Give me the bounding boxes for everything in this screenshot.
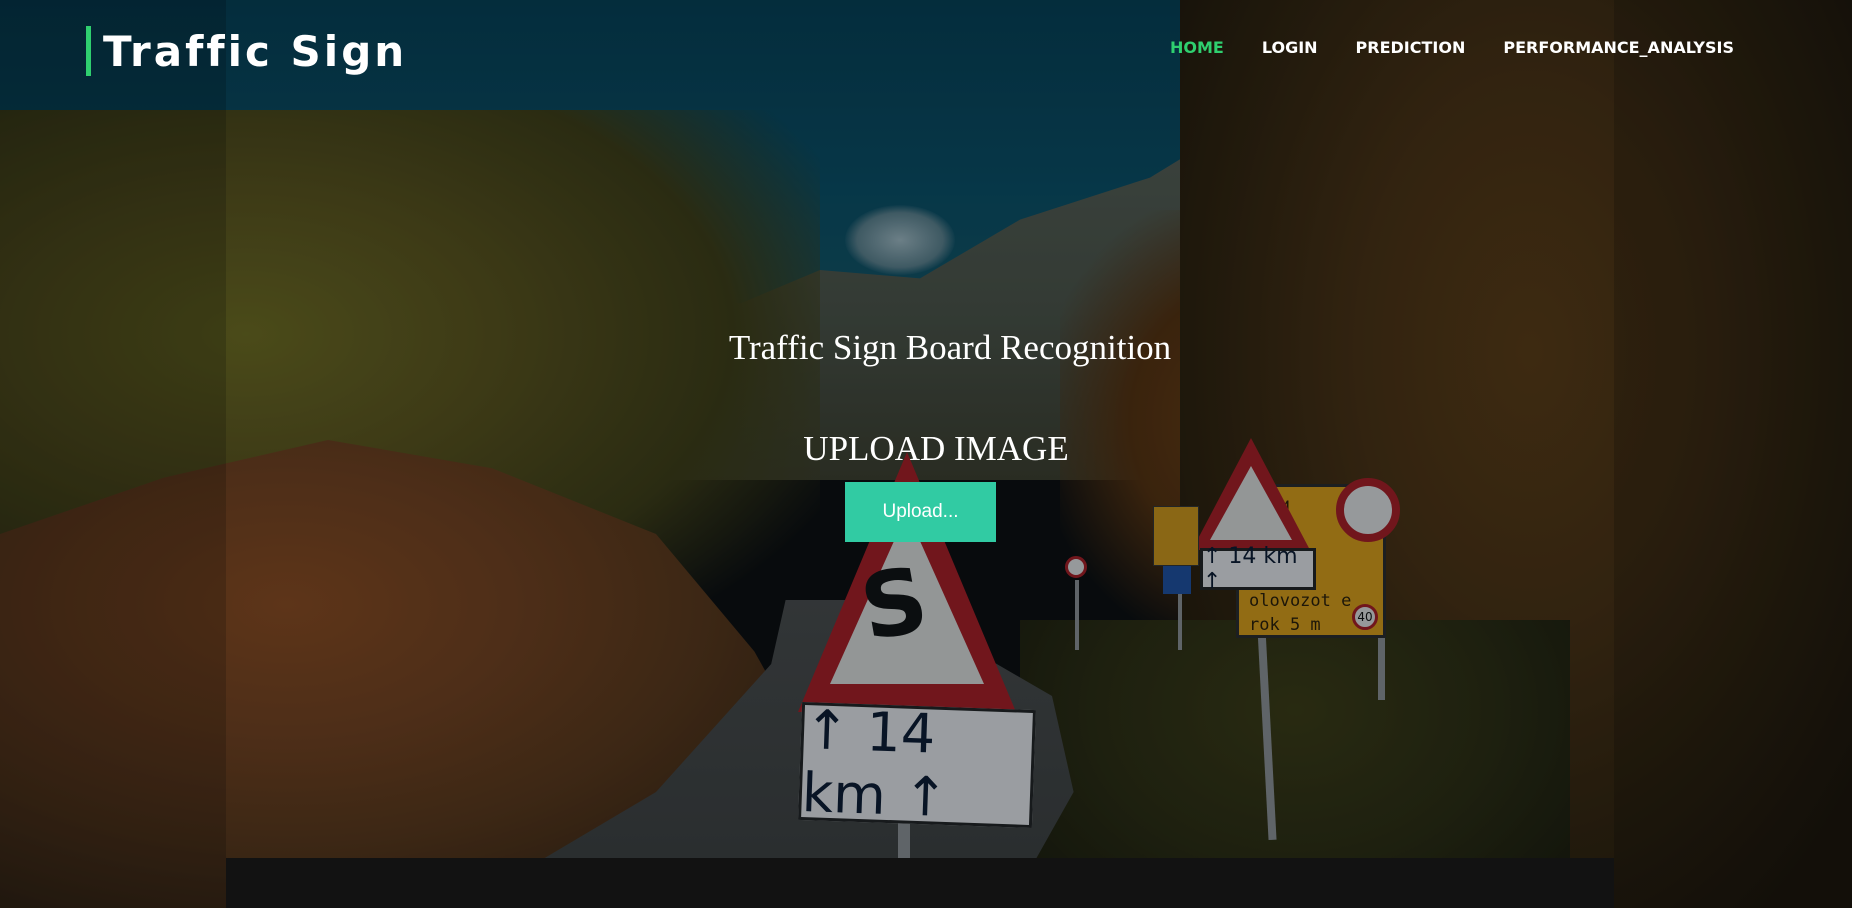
upload-button[interactable]: Upload...	[845, 482, 996, 542]
nav-performance-analysis[interactable]: PERFORMANCE_ANALYSIS	[1503, 38, 1734, 57]
bottom-content-strip	[226, 858, 1614, 908]
brand-title: Traffic Sign	[103, 26, 408, 76]
hero-title: Traffic Sign Board Recognition	[728, 328, 1172, 367]
upload-heading: UPLOAD IMAGE	[803, 429, 1069, 468]
nav-home[interactable]: HOME	[1170, 38, 1224, 57]
brand-logo[interactable]: Traffic Sign	[86, 26, 407, 76]
nav-login[interactable]: LOGIN	[1262, 38, 1318, 57]
main-nav: HOME LOGIN PREDICTION PERFORMANCE_ANALYS…	[1170, 38, 1734, 57]
nav-prediction[interactable]: PREDICTION	[1356, 38, 1466, 57]
